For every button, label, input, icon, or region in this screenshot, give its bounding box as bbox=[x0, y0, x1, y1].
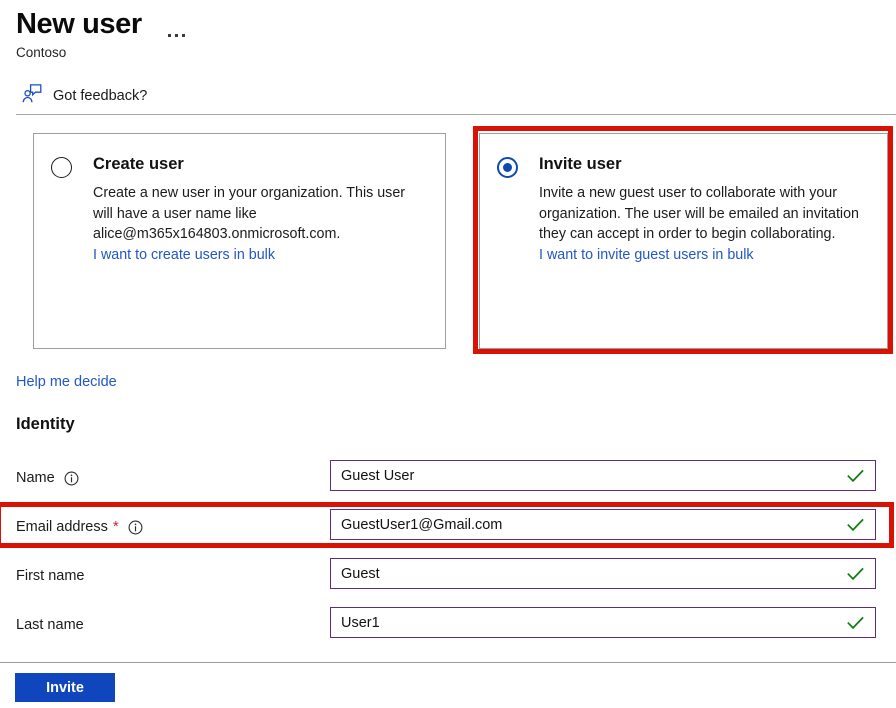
first-name-input-value: Guest bbox=[341, 565, 380, 582]
info-icon[interactable] bbox=[64, 471, 79, 486]
invite-button[interactable]: Invite bbox=[15, 673, 115, 702]
more-options-icon[interactable] bbox=[167, 7, 185, 41]
user-type-options: Create user Create a new user in your or… bbox=[0, 126, 896, 356]
create-user-card[interactable]: Create user Create a new user in your or… bbox=[33, 133, 446, 349]
ellipsis-dot bbox=[167, 34, 171, 37]
create-user-description: Create a new user in your organization. … bbox=[93, 185, 406, 242]
field-row-email-address: Email address * GuestUser1@Gmail.com bbox=[0, 504, 896, 553]
create-users-in-bulk-link[interactable]: I want to create users in bulk bbox=[93, 245, 413, 266]
invite-user-card[interactable]: Invite user Invite a new guest user to c… bbox=[479, 133, 888, 349]
page-header: New user Contoso bbox=[16, 6, 876, 62]
footer-divider bbox=[0, 662, 896, 663]
feedback-icon bbox=[22, 84, 42, 108]
invite-user-card-inner: Invite user Invite a new guest user to c… bbox=[480, 134, 887, 265]
invite-user-text: Invite user Invite a new guest user to c… bbox=[539, 153, 859, 265]
field-row-last-name: Last name User1 bbox=[0, 602, 896, 651]
valid-check-icon bbox=[847, 567, 864, 581]
invite-user-title: Invite user bbox=[539, 155, 622, 173]
invite-guest-users-in-bulk-link[interactable]: I want to invite guest users in bulk bbox=[539, 245, 859, 266]
first-name-input[interactable]: Guest bbox=[330, 558, 876, 589]
got-feedback-label: Got feedback? bbox=[53, 88, 148, 104]
info-icon[interactable] bbox=[128, 520, 143, 535]
valid-check-icon bbox=[847, 469, 864, 483]
field-row-name: Name Guest User bbox=[0, 455, 896, 504]
field-row-first-name: First name Guest bbox=[0, 553, 896, 602]
invite-user-description: Invite a new guest user to collaborate w… bbox=[539, 185, 860, 242]
last-name-input-value: User1 bbox=[341, 614, 380, 631]
valid-check-icon bbox=[847, 616, 864, 630]
last-name-label: Last name bbox=[16, 617, 84, 633]
create-user-radio[interactable] bbox=[51, 157, 72, 178]
identity-form: Name Guest User Email address * GuestUse… bbox=[0, 455, 896, 651]
create-user-title: Create user bbox=[93, 155, 184, 173]
first-name-label: First name bbox=[16, 568, 85, 584]
create-user-card-inner: Create user Create a new user in your or… bbox=[34, 134, 445, 265]
first-name-label-group: First name bbox=[16, 566, 85, 586]
name-input-value: Guest User bbox=[341, 467, 415, 484]
create-user-text: Create user Create a new user in your or… bbox=[93, 153, 413, 265]
got-feedback-button[interactable]: Got feedback? bbox=[22, 84, 147, 108]
help-me-decide-link[interactable]: Help me decide bbox=[16, 372, 117, 392]
name-input[interactable]: Guest User bbox=[330, 460, 876, 491]
name-label-group: Name bbox=[16, 468, 79, 488]
valid-check-icon bbox=[847, 518, 864, 532]
email-address-input[interactable]: GuestUser1@Gmail.com bbox=[330, 509, 876, 540]
header-divider bbox=[16, 114, 896, 115]
name-label: Name bbox=[16, 470, 55, 486]
ellipsis-dot bbox=[181, 34, 185, 37]
email-address-label: Email address bbox=[16, 519, 108, 535]
tenant-name: Contoso bbox=[16, 45, 67, 60]
required-marker: * bbox=[112, 518, 119, 535]
last-name-input[interactable]: User1 bbox=[330, 607, 876, 638]
email-address-label-group: Email address * bbox=[16, 517, 143, 537]
email-address-input-value: GuestUser1@Gmail.com bbox=[341, 516, 503, 533]
ellipsis-dot bbox=[174, 34, 178, 37]
page-title: New user bbox=[16, 8, 142, 40]
identity-section-title: Identity bbox=[16, 415, 75, 433]
title-row: New user bbox=[16, 6, 876, 42]
last-name-label-group: Last name bbox=[16, 615, 84, 635]
invite-user-radio[interactable] bbox=[497, 157, 518, 178]
